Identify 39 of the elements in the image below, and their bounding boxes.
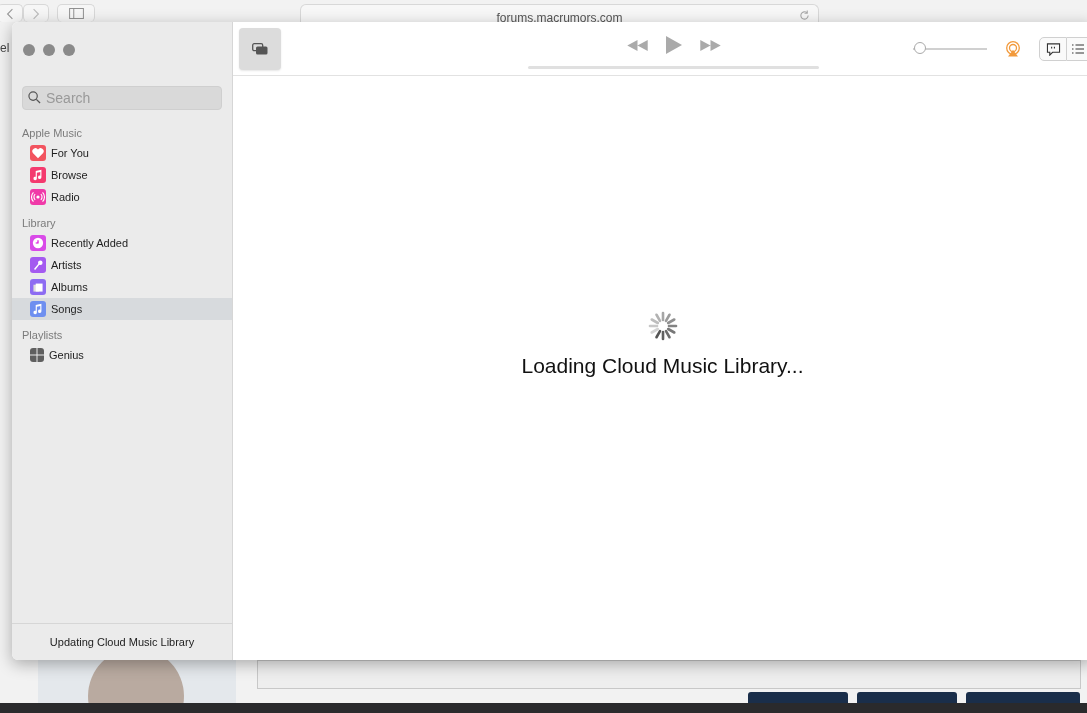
sidebar-item[interactable]: Songs [12, 298, 232, 320]
sidebar-button[interactable] [57, 4, 95, 22]
section-header: Playlists [21, 328, 64, 343]
sidebar-item[interactable]: Browse [12, 164, 232, 186]
search-field[interactable]: Search [22, 86, 222, 110]
lyrics-button[interactable] [1039, 37, 1067, 61]
airplay-icon[interactable] [1005, 41, 1021, 57]
sidebar-item[interactable]: Recently Added [12, 232, 232, 254]
list-icon [1071, 43, 1084, 55]
window-control[interactable] [43, 44, 55, 56]
play-icon[interactable] [664, 35, 683, 55]
back-button[interactable] [0, 4, 23, 22]
section-header: Apple Music [21, 126, 83, 141]
sidebar-item[interactable]: Artists [12, 254, 232, 276]
grid-icon [30, 348, 44, 362]
loading-message: Loading Cloud Music Library... [521, 354, 804, 378]
sidebar-item[interactable]: Genius [12, 344, 232, 366]
sidebar-item[interactable]: Radio [12, 186, 232, 208]
sidebar-item[interactable]: For You [12, 142, 232, 164]
window-control[interactable] [23, 44, 35, 56]
loading-spinner-icon [646, 310, 679, 342]
sidebar-icon [68, 8, 84, 19]
mini-player-button[interactable] [239, 27, 281, 70]
speech-bubble-icon [1045, 42, 1061, 56]
address-field[interactable]: forums.macrumors.com [300, 4, 819, 22]
back-icon [6, 7, 14, 20]
status-text: Updating Cloud Music Library [49, 636, 195, 648]
page-text: el [0, 41, 10, 55]
section-header: Library [21, 216, 57, 231]
sidebar-item[interactable]: Albums [12, 276, 232, 298]
forward-button[interactable] [23, 4, 49, 22]
forward-icon [32, 7, 40, 20]
fast-forward-icon[interactable] [698, 38, 722, 52]
window-control[interactable] [63, 44, 75, 56]
volume-slider[interactable] [913, 43, 987, 55]
reload-icon [799, 10, 810, 21]
address-text: forums.macrumors.com [496, 10, 623, 25]
rewind-icon[interactable] [625, 38, 649, 52]
mini-player-icon [252, 42, 268, 55]
